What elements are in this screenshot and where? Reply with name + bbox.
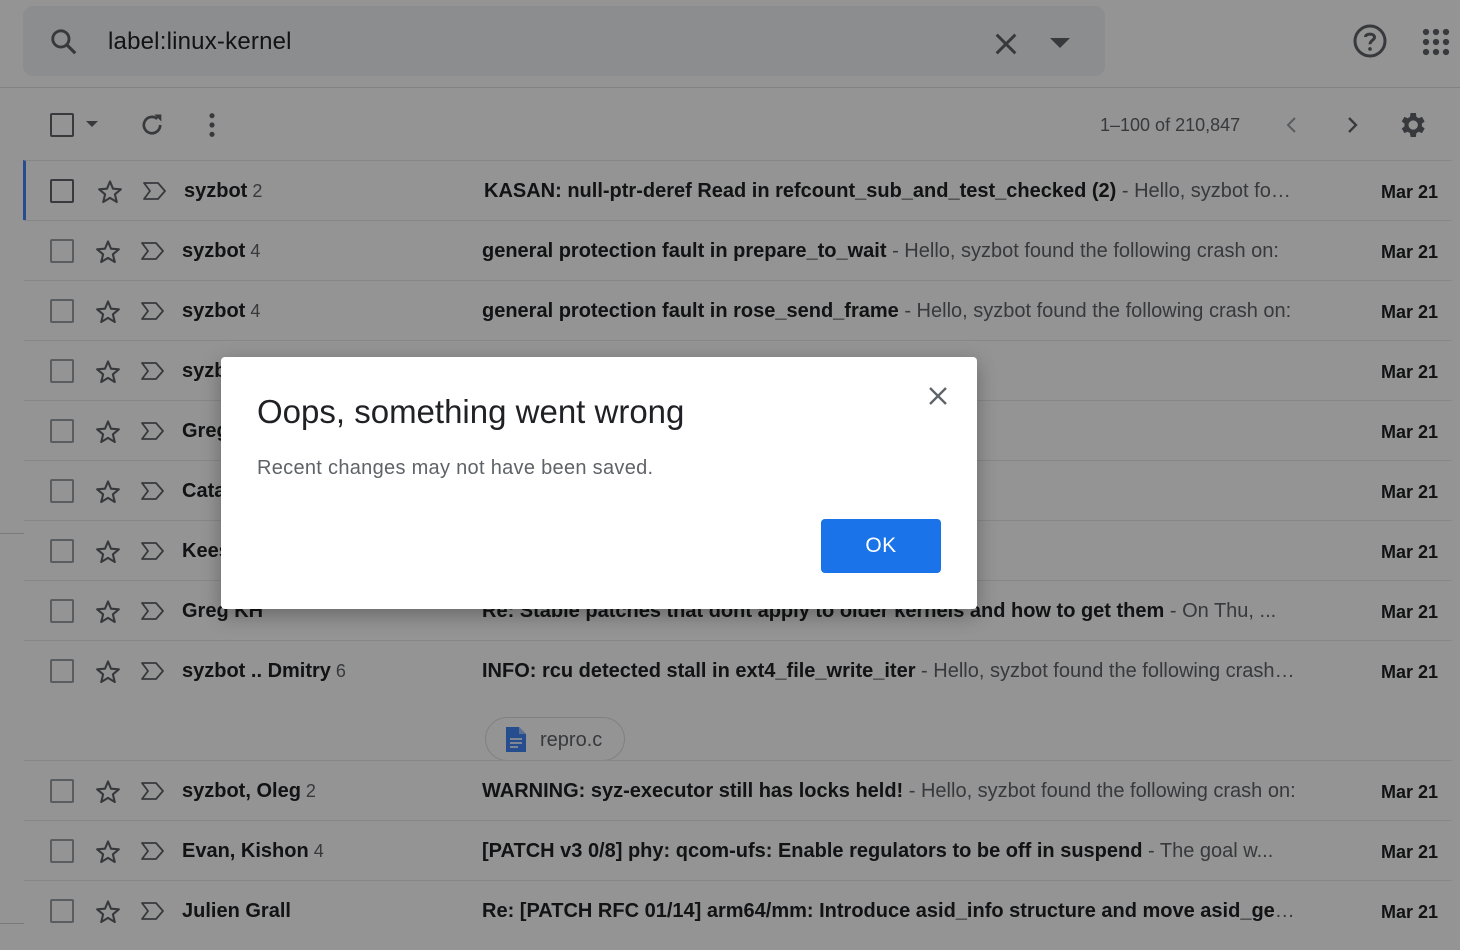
dialog-message: Recent changes may not have been saved.	[257, 457, 654, 479]
ok-button[interactable]: OK	[821, 519, 941, 573]
error-dialog: Oops, something went wrong Recent change…	[221, 357, 977, 609]
close-icon[interactable]	[926, 384, 950, 408]
gmail-app: label:linux-kernel 1–100 of 210,847 syzb…	[0, 0, 1460, 950]
dialog-title: Oops, something went wrong	[257, 393, 685, 430]
